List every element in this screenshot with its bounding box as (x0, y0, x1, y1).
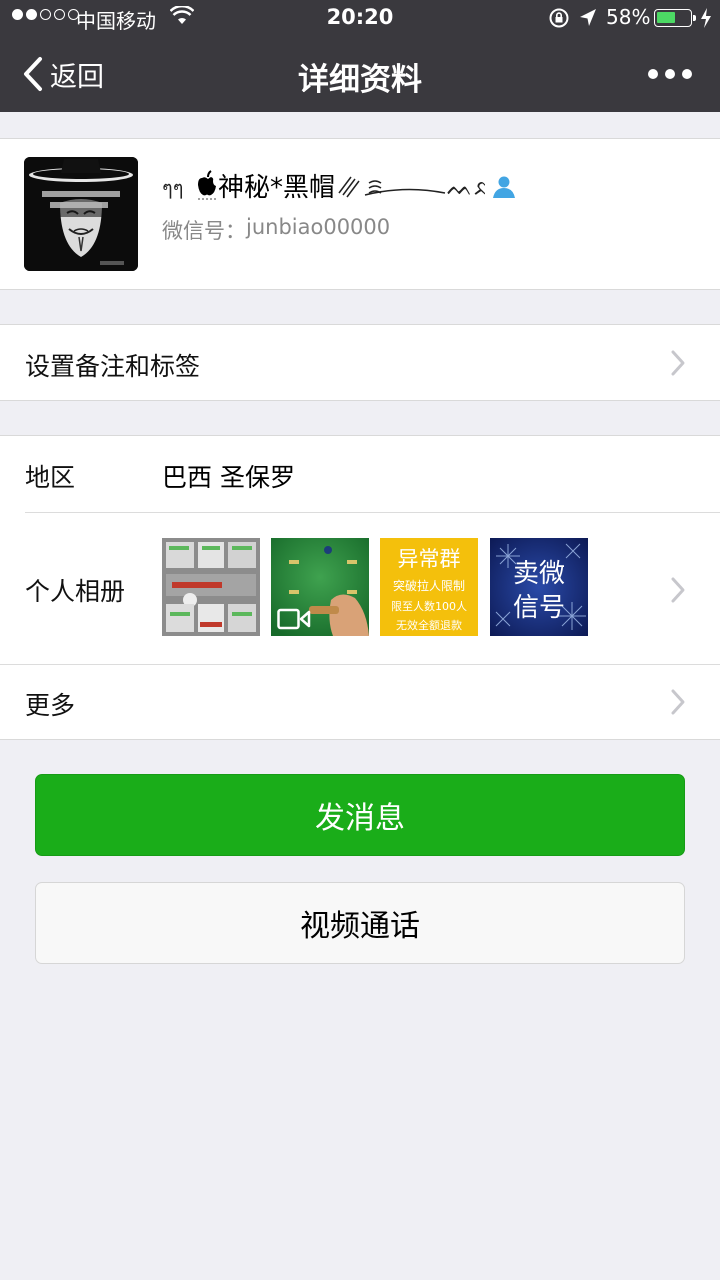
svg-text:限至人数100人: 限至人数100人 (391, 600, 467, 613)
nickname: ๆๆ 神秘*黑帽 ᨓᨅ (162, 167, 517, 204)
more-label: 更多 (25, 691, 76, 720)
status-bar: 中国移动 20:20 58% (0, 0, 720, 36)
remark-label: 设置备注和标签 (25, 352, 201, 381)
hat-mask-avatar-image (24, 157, 138, 271)
nickname-text: 神秘*黑帽 (218, 173, 336, 203)
avatar[interactable] (24, 157, 138, 271)
page-title: 详细资料 (298, 62, 422, 98)
album-thumbnail-abnormal-group[interactable]: 异常群 突破拉人限制 限至人数100人 无效全额退款 (380, 538, 478, 636)
wechat-id-value: junbiao00000 (246, 215, 391, 239)
profile-card[interactable]: ๆๆ 神秘*黑帽 ᨓᨅ 微信号： junbiao00000 (0, 138, 720, 290)
region-value: 巴西 圣保罗 (162, 463, 295, 492)
svg-text:突破拉人限制: 突破拉人限制 (393, 578, 465, 593)
battery-percent: 58% (606, 5, 651, 29)
person-icon (493, 176, 516, 198)
region-label: 地区 (25, 463, 76, 492)
battery-icon (654, 9, 696, 27)
album-label: 个人相册 (25, 577, 126, 606)
region-row: 地区 巴西 圣保罗 (0, 436, 720, 512)
more-options-button[interactable] (648, 60, 692, 88)
video-call-button[interactable]: 视频通话 (35, 882, 685, 964)
send-message-button[interactable]: 发消息 (35, 774, 685, 856)
navigation-bar: 返回 详细资料 (0, 36, 720, 112)
location-arrow-icon (580, 9, 596, 26)
decorative-flourish-icon: ᨓᨅ (338, 176, 485, 201)
set-remark-and-tags-row[interactable]: 设置备注和标签 (0, 324, 720, 401)
chevron-right-icon (671, 689, 685, 715)
chevron-right-icon (671, 577, 685, 603)
album-thumbnail-sell-wechat[interactable]: 卖微 信号 (490, 538, 588, 636)
wechat-id: 微信号： junbiao00000 (162, 215, 390, 245)
more-dots-icon (648, 69, 658, 79)
album-thumbnail[interactable] (162, 538, 260, 636)
wechat-id-label: 微信号： (162, 219, 246, 243)
video-camera-icon (277, 608, 311, 630)
info-group: 地区 巴西 圣保罗 个人相册 异常群 突破拉人限制 限至人数100人 无效全额退… (0, 435, 720, 740)
svg-text:信号: 信号 (513, 593, 565, 623)
album-video-thumbnail[interactable] (271, 538, 369, 636)
more-row[interactable]: 更多 (0, 664, 720, 740)
svg-text:异常群: 异常群 (398, 547, 461, 571)
svg-text:ๆๆ: ๆๆ (162, 176, 183, 200)
svg-text:无效全额退款: 无效全额退款 (396, 618, 462, 632)
svg-text:ᨓᨅ: ᨓᨅ (447, 176, 485, 201)
rotation-lock-icon (549, 8, 569, 28)
personal-album-row[interactable]: 个人相册 异常群 突破拉人限制 限至人数100人 无效全额退款 卖微 信号 (0, 512, 720, 664)
apple-logo-icon: ๆๆ (162, 169, 216, 200)
svg-text:卖微: 卖微 (513, 559, 565, 589)
top-bar: 中国移动 20:20 58% 返回 详细资料 (0, 0, 720, 112)
chevron-right-icon (671, 350, 685, 376)
charging-bolt-icon (701, 8, 711, 28)
